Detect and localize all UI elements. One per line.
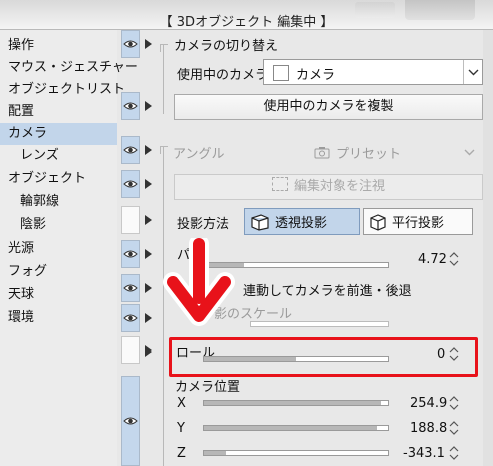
visibility-toggle[interactable] xyxy=(121,274,140,302)
pa-value: 4.72 xyxy=(418,252,447,267)
camera-switch-heading: カメラの切り替え xyxy=(174,39,279,54)
duplicate-camera-button[interactable]: 使用中のカメラを複製 xyxy=(174,94,483,120)
focus-target-label: 編集対象を注視 xyxy=(293,179,385,194)
eye-icon xyxy=(123,314,138,322)
z-slider-fill xyxy=(204,451,227,455)
category-sidebar: 操作 マウス・ジェスチャー オブジェクトリスト 配置 カメラ レンズ オブジェクト 輪郭線 陰影… xyxy=(0,30,138,466)
expand-arrow-icon[interactable] xyxy=(142,304,154,332)
expand-arrow-icon[interactable] xyxy=(142,338,154,366)
visibility-toggle[interactable] xyxy=(121,240,140,268)
focus-target-button[interactable]: 編集対象を注視 xyxy=(174,174,483,200)
sidebar-item[interactable]: 操作 xyxy=(0,35,117,57)
z-stepper[interactable] xyxy=(449,445,459,461)
z-slider[interactable] xyxy=(203,450,389,456)
eye-icon xyxy=(123,417,138,425)
perspective-cube-icon xyxy=(251,213,269,231)
active-camera-select[interactable]: カメラ xyxy=(263,59,483,85)
x-value: 254.9 xyxy=(410,396,448,411)
visibility-toggle[interactable] xyxy=(121,376,140,466)
y-slider[interactable] xyxy=(203,425,389,431)
group-bracket xyxy=(160,44,168,52)
eye-icon xyxy=(123,284,138,292)
visibility-toggle[interactable] xyxy=(121,336,140,364)
pa-stepper[interactable] xyxy=(449,251,459,267)
down-arrow-icon xyxy=(163,238,235,326)
y-value: 188.8 xyxy=(410,421,448,436)
x-slider-fill xyxy=(204,401,381,405)
z-value: -343.1 xyxy=(403,446,445,461)
y-stepper[interactable] xyxy=(449,420,459,436)
angle-label: アングル xyxy=(173,147,225,162)
chevron-down-icon[interactable] xyxy=(463,60,482,84)
preset-label: プリセット xyxy=(336,147,402,162)
y-label: Y xyxy=(177,421,185,436)
camera-color-swatch xyxy=(273,65,289,81)
y-slider-fill xyxy=(204,426,377,430)
active-camera-label: 使用中のカメラ xyxy=(177,68,269,83)
panel-header: 【 3Dオブジェクト 編集中 】 xyxy=(0,0,493,30)
x-label: X xyxy=(177,396,186,411)
visibility-toggle[interactable] xyxy=(121,136,140,164)
x-stepper[interactable] xyxy=(449,395,459,411)
group-line xyxy=(163,44,164,114)
eye-icon xyxy=(123,40,138,48)
sidebar-item[interactable]: 光源 xyxy=(0,238,117,260)
group-bracket xyxy=(160,146,168,154)
projection-label: 投影方法 xyxy=(177,217,230,232)
sidebar-item[interactable]: マウス・ジェスチャー xyxy=(0,57,138,79)
chevron-down-icon[interactable] xyxy=(464,145,475,160)
sidebar-item[interactable]: フォグ xyxy=(0,261,117,283)
visibility-toggle[interactable] xyxy=(121,206,140,234)
scale-slider[interactable] xyxy=(250,321,389,327)
parallel-cube-icon xyxy=(370,213,386,231)
highlight-box xyxy=(169,337,478,377)
eye-icon xyxy=(123,250,138,258)
eye-icon xyxy=(123,146,138,154)
sidebar-item[interactable]: カメラ xyxy=(0,123,117,145)
sidebar-item[interactable]: 環境 xyxy=(0,307,117,329)
panel-scrollbar[interactable] xyxy=(483,30,493,466)
expand-arrow-icon[interactable] xyxy=(142,170,154,198)
active-camera-value: カメラ xyxy=(296,68,336,83)
parallel-projection-button[interactable]: 平行投影 xyxy=(363,208,473,235)
visibility-toggle[interactable] xyxy=(121,304,140,332)
sidebar-item[interactable]: 配置 xyxy=(0,101,117,123)
sidebar-item[interactable]: 陰影 xyxy=(0,214,117,236)
expand-arrow-icon[interactable] xyxy=(142,30,154,58)
z-label: Z xyxy=(177,446,186,461)
visibility-toggle[interactable] xyxy=(121,92,140,120)
sidebar-item[interactable]: レンズ xyxy=(0,145,117,167)
sidebar-item[interactable]: 輪郭線 xyxy=(0,191,117,213)
expand-arrow-icon[interactable] xyxy=(142,92,154,120)
sidebar-item[interactable]: 天球 xyxy=(0,284,117,306)
eye-icon xyxy=(123,102,138,110)
x-slider[interactable] xyxy=(203,400,389,406)
perspective-projection-button[interactable]: 透視投影 xyxy=(244,208,360,235)
panel-title: 【 3Dオブジェクト 編集中 】 xyxy=(159,15,334,30)
angle-preset-select[interactable]: プリセット xyxy=(314,143,401,162)
camera-icon xyxy=(314,147,330,159)
parallel-label: 平行投影 xyxy=(392,216,445,231)
focus-icon xyxy=(271,177,288,191)
expand-arrow-icon[interactable] xyxy=(142,274,154,302)
sidebar-item[interactable]: オブジェクト xyxy=(0,168,117,190)
sidebar-item[interactable]: オブジェクトリスト xyxy=(0,79,125,101)
perspective-label: 透視投影 xyxy=(275,216,328,231)
expand-arrow-icon[interactable] xyxy=(142,136,154,164)
visibility-toggle[interactable] xyxy=(121,30,140,58)
eye-icon xyxy=(123,180,138,188)
visibility-toggle[interactable] xyxy=(121,170,140,198)
camera-position-heading: カメラ位置 xyxy=(175,380,241,395)
expand-arrow-icon[interactable] xyxy=(142,240,154,268)
link-camera-label: 連動してカメラを前進・後退 xyxy=(243,284,412,299)
expand-arrow-icon[interactable] xyxy=(142,206,154,234)
